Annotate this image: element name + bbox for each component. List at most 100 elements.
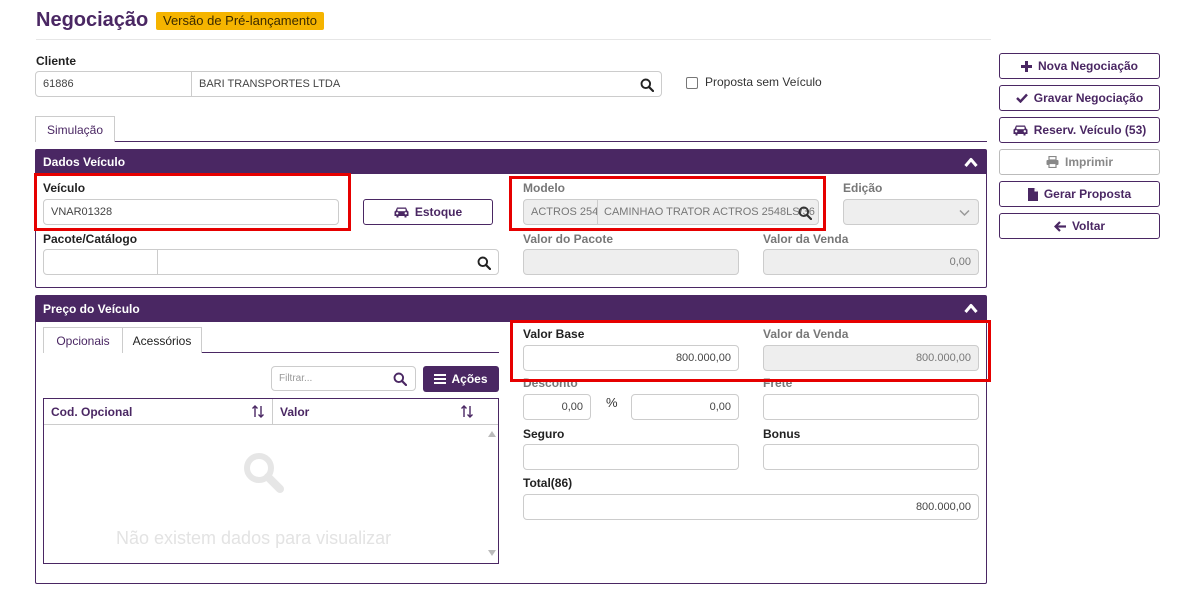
edicao-label: Edição (843, 181, 883, 195)
desconto-value-input[interactable]: 0,00 (631, 394, 739, 420)
chevron-up-icon[interactable] (964, 302, 978, 314)
acoes-button[interactable]: Ações (423, 366, 499, 392)
proposta-sem-veiculo-checkbox[interactable] (686, 77, 698, 89)
gerar-proposta-button[interactable]: Gerar Proposta (999, 181, 1160, 207)
desconto-label: Desconto (523, 376, 578, 390)
pacote-field[interactable] (43, 249, 499, 275)
menu-icon (434, 374, 447, 384)
voltar-button[interactable]: Voltar (999, 213, 1160, 239)
valor-pacote-input (523, 249, 739, 275)
frete-input[interactable] (763, 394, 979, 420)
preco-veiculo-title: Preço do Veículo (43, 302, 140, 316)
car-icon (1013, 125, 1028, 136)
imprimir-button[interactable]: Imprimir (999, 149, 1160, 175)
gravar-negociacao-label: Gravar Negociação (1033, 91, 1144, 105)
cliente-field[interactable]: 61886 BARI TRANSPORTES LTDA (35, 71, 662, 97)
estoque-button-label: Estoque (414, 205, 463, 219)
seguro-label: Seguro (523, 427, 565, 441)
nova-negociacao-button[interactable]: Nova Negociação (999, 53, 1160, 79)
col-cod-opcional[interactable]: Cod. Opcional (51, 405, 132, 419)
valor-venda-input: 0,00 (763, 249, 979, 275)
search-icon[interactable] (640, 78, 654, 92)
prerelease-badge: Versão de Pré-lançamento (156, 12, 324, 30)
dados-veiculo-title: Dados Veículo (43, 155, 126, 169)
plus-icon (1020, 60, 1032, 72)
bonus-input[interactable] (763, 444, 979, 470)
edicao-select[interactable] (843, 199, 979, 225)
scroll-up-icon[interactable] (488, 431, 496, 437)
search-icon (244, 453, 284, 493)
desconto-pct-value[interactable]: 0,00 (562, 395, 583, 419)
desconto-pct-input[interactable]: 0,00 (523, 394, 591, 420)
empty-message: Não existem dados para visualizar (116, 528, 392, 548)
total-value[interactable]: 800.000,00 (916, 495, 971, 519)
col-valor[interactable]: Valor (280, 405, 309, 419)
total-label: Total(86) (523, 476, 573, 490)
search-icon[interactable] (798, 206, 812, 220)
total-input[interactable]: 800.000,00 (523, 494, 979, 520)
filtrar-input[interactable]: Filtrar... (271, 366, 416, 391)
opcionais-grid: Cod. Opcional Valor Não existem dados pa… (43, 398, 499, 564)
check-icon (1015, 93, 1028, 103)
preco-veiculo-header[interactable]: Preço do Veículo (36, 296, 986, 322)
voltar-label: Voltar (1071, 219, 1106, 233)
valor-base-input[interactable]: 800.000,00 (523, 345, 739, 371)
bonus-label: Bonus (763, 427, 801, 441)
veiculo-value[interactable]: VNAR01328 (51, 200, 112, 224)
header-divider (36, 39, 991, 40)
page-title: Negociação (36, 9, 149, 31)
imprimir-label: Imprimir (1064, 155, 1113, 169)
scroll-down-icon[interactable] (488, 550, 496, 556)
modelo-field[interactable]: ACTROS 254 CAMINHAO TRATOR ACTROS 2548LS… (523, 199, 819, 225)
grid-scrollbar[interactable] (486, 426, 498, 563)
valor-venda-preco-input: 800.000,00 (763, 345, 979, 371)
printer-icon (1046, 156, 1059, 168)
desconto-value[interactable]: 0,00 (710, 395, 731, 419)
estoque-button[interactable]: Estoque (363, 199, 493, 225)
cliente-label: Cliente (36, 54, 77, 68)
modelo-field-divider (597, 200, 598, 224)
veiculo-label: Veículo (43, 181, 86, 195)
acoes-button-label: Ações (451, 372, 488, 386)
sort-icon[interactable] (251, 405, 265, 418)
search-icon[interactable] (393, 372, 407, 386)
seguro-input[interactable] (523, 444, 739, 470)
modelo-label: Modelo (523, 181, 565, 195)
tab-acessorios[interactable]: Acessórios (123, 327, 202, 353)
gravar-negociacao-button[interactable]: Gravar Negociação (999, 85, 1160, 111)
reserv-veiculo-label: Reserv. Veículo (53) (1033, 123, 1147, 137)
cliente-field-divider (191, 72, 192, 96)
valor-base-label: Valor Base (523, 327, 585, 341)
veiculo-input[interactable]: VNAR01328 (43, 199, 339, 225)
tab-simulacao[interactable]: Simulação (35, 116, 115, 142)
cliente-code[interactable]: 61886 (43, 72, 74, 96)
car-icon (394, 207, 409, 218)
proposta-sem-veiculo-label: Proposta sem Veículo (705, 75, 822, 89)
pacote-label: Pacote/Catálogo (43, 232, 138, 246)
subtab-underline (202, 352, 499, 353)
chevron-down-icon (959, 209, 970, 217)
pacote-field-divider (157, 250, 158, 274)
tab-underline (115, 141, 987, 142)
modelo-desc: CAMINHAO TRATOR ACTROS 2548LS/36 (604, 206, 815, 218)
valor-venda-preco-label: Valor da Venda (763, 327, 849, 341)
filtrar-placeholder: Filtrar... (279, 373, 313, 384)
valor-pacote-label: Valor do Pacote (523, 232, 614, 246)
arrow-left-icon (1053, 220, 1066, 232)
tab-opcionais[interactable]: Opcionais (43, 327, 123, 353)
col-divider (272, 399, 273, 424)
valor-venda-preco-value: 800.000,00 (915, 352, 971, 364)
frete-label: Frete (763, 376, 793, 390)
reserv-veiculo-button[interactable]: Reserv. Veículo (53) (999, 117, 1160, 143)
valor-base-value[interactable]: 800.000,00 (676, 346, 731, 370)
search-icon[interactable] (477, 256, 491, 270)
modelo-code: ACTROS 254 (531, 206, 599, 218)
chevron-up-icon[interactable] (964, 156, 978, 168)
nova-negociacao-label: Nova Negociação (1037, 59, 1139, 73)
cliente-name[interactable]: BARI TRANSPORTES LTDA (199, 72, 340, 96)
dados-veiculo-header[interactable]: Dados Veículo (36, 150, 986, 174)
sort-icon[interactable] (460, 405, 474, 418)
percent-symbol: % (606, 395, 618, 410)
grid-header: Cod. Opcional Valor (44, 399, 498, 425)
file-icon (1027, 187, 1038, 201)
